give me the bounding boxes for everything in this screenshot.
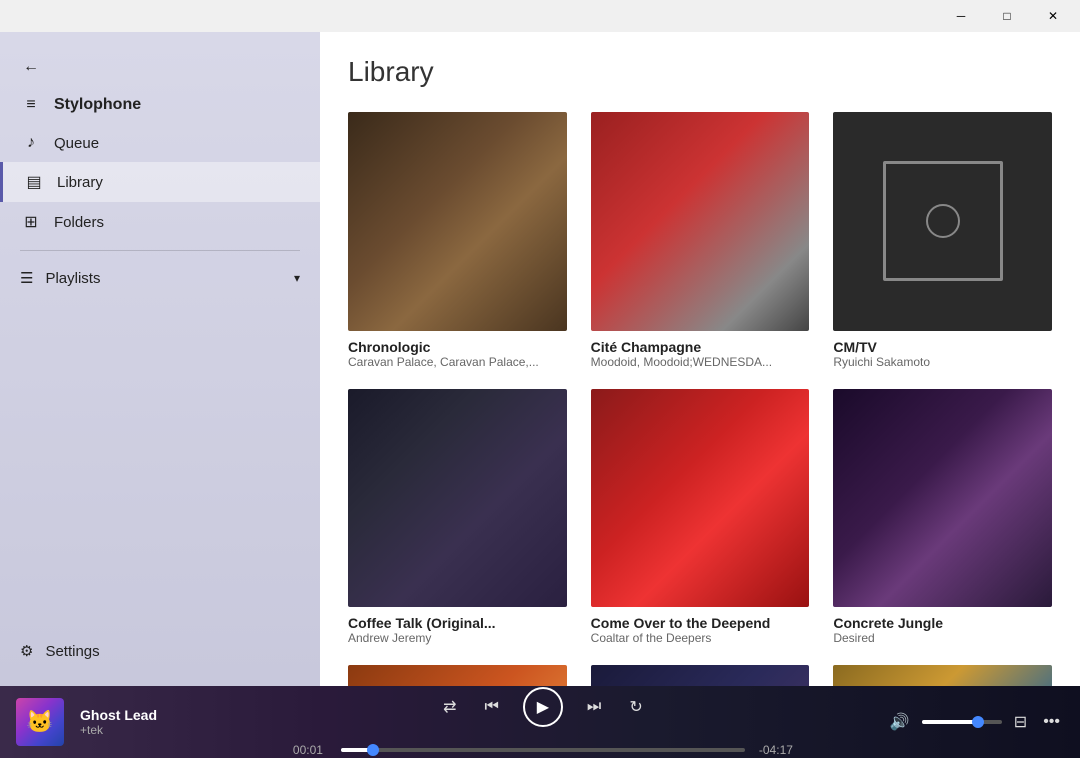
queue-label: Queue (54, 135, 99, 152)
now-playing-artist: +tek (80, 723, 200, 737)
album-card-coffee-talk[interactable]: Coffee Talk (Original... Andrew Jeremy (348, 389, 567, 646)
playlists-icon: ☰ (20, 269, 33, 287)
album-artist-4: Coaltar of the Deepers (591, 631, 810, 645)
album-name-3: Coffee Talk (Original... (348, 615, 567, 631)
now-playing-info: Ghost Lead +tek (80, 707, 200, 737)
library-icon: ▤ (23, 172, 45, 192)
folders-icon: ⊞ (20, 212, 42, 232)
back-icon: ← (20, 58, 42, 76)
album-art-come-over (591, 389, 810, 608)
sidebar-item-settings[interactable]: ⚙ Settings (0, 632, 320, 670)
album-card-cmtv[interactable]: CM/TV Ryuichi Sakamoto (833, 112, 1052, 369)
shuffle-button[interactable]: ⇄ (439, 693, 460, 721)
progress-bar-container: 00:01 -04:17 (293, 743, 793, 757)
titlebar: ─ □ ✕ (0, 0, 1080, 32)
settings-icon: ⚙ (20, 642, 33, 660)
back-button[interactable]: ← (0, 48, 320, 86)
album-art-bottom1 (348, 665, 567, 686)
album-art-coffee (348, 389, 567, 608)
time-current: 00:01 (293, 743, 333, 757)
album-name-2: CM/TV (833, 339, 1052, 355)
album-art-cite (591, 112, 810, 331)
cmtv-frame (883, 161, 1003, 281)
album-card-come-over[interactable]: Come Over to the Deepend Coaltar of the … (591, 389, 810, 646)
cmtv-dot (926, 204, 960, 238)
album-card-concrete-jungle[interactable]: Concrete Jungle Desired (833, 389, 1052, 646)
sidebar-app-name: ≡ Stylophone (0, 86, 320, 124)
album-name-1: Cité Champagne (591, 339, 810, 355)
album-art-concrete (833, 389, 1052, 608)
album-artist-1: Moodoid, Moodoid;WEDNESDA... (591, 355, 810, 369)
prev-button[interactable]: ⏮ (481, 694, 503, 720)
now-playing-title: Ghost Lead (80, 707, 200, 723)
now-playing-album-art: 🐱 (16, 698, 64, 746)
album-art-bottom3 (833, 665, 1052, 686)
app-container: ← ≡ Stylophone ♪ Queue ▤ Library ⊞ Folde… (0, 32, 1080, 686)
sidebar-spacer (0, 297, 320, 632)
next-button[interactable]: ⏭ (583, 694, 605, 720)
volume-bar[interactable] (922, 720, 1002, 724)
album-card-bottom2[interactable] (591, 665, 810, 686)
minimize-button[interactable]: ─ (938, 0, 984, 32)
album-art-chronologic (348, 112, 567, 331)
album-name-5: Concrete Jungle (833, 615, 1052, 631)
album-card-bottom3[interactable] (833, 665, 1052, 686)
album-grid: Chronologic Caravan Palace, Caravan Pala… (348, 112, 1052, 686)
sidebar: ← ≡ Stylophone ♪ Queue ▤ Library ⊞ Folde… (0, 32, 320, 686)
time-remaining: -04:17 (753, 743, 793, 757)
settings-label: Settings (45, 643, 99, 660)
album-art-cmtv (833, 112, 1052, 331)
progress-bar[interactable] (341, 748, 745, 752)
volume-button[interactable]: 🔊 (886, 708, 914, 736)
album-card-chronologic[interactable]: Chronologic Caravan Palace, Caravan Pala… (348, 112, 567, 369)
more-options-button[interactable]: ••• (1039, 709, 1064, 735)
volume-fill (922, 720, 978, 724)
chevron-down-icon: ▾ (294, 271, 300, 285)
album-artist-0: Caravan Palace, Caravan Palace,... (348, 355, 567, 369)
sidebar-item-queue[interactable]: ♪ Queue (0, 124, 320, 162)
album-card-cite-champagne[interactable]: Cité Champagne Moodoid, Moodoid;WEDNESDA… (591, 112, 810, 369)
sidebar-item-library[interactable]: ▤ Library (0, 162, 320, 202)
now-playing-right: 🔊 ⊟ ••• (886, 708, 1064, 736)
page-title: Library (348, 56, 1052, 88)
repeat-button[interactable]: ↻ (625, 693, 646, 721)
library-label: Library (57, 174, 103, 191)
app-name-label: Stylophone (54, 96, 141, 114)
album-artist-2: Ryuichi Sakamoto (833, 355, 1052, 369)
maximize-button[interactable]: □ (984, 0, 1030, 32)
close-button[interactable]: ✕ (1030, 0, 1076, 32)
album-name-0: Chronologic (348, 339, 567, 355)
album-artist-3: Andrew Jeremy (348, 631, 567, 645)
sidebar-item-folders[interactable]: ⊞ Folders (0, 202, 320, 242)
album-artist-5: Desired (833, 631, 1052, 645)
playback-buttons: ⇄ ⏮ ▶ ⏭ ↻ (439, 687, 647, 727)
album-art-bottom2 (591, 665, 810, 686)
folders-label: Folders (54, 214, 104, 231)
queue-icon: ♪ (20, 134, 42, 152)
progress-thumb (367, 744, 379, 756)
np-avatar-icon: 🐱 (26, 709, 53, 735)
volume-thumb (972, 716, 984, 728)
album-name-4: Come Over to the Deepend (591, 615, 810, 631)
playlists-label: Playlists (45, 270, 100, 287)
album-card-bottom1[interactable] (348, 665, 567, 686)
now-playing-bar: 🐱 Ghost Lead +tek ⇄ ⏮ ▶ ⏭ ↻ 00:01 -04:17… (0, 686, 1080, 758)
sidebar-item-playlists[interactable]: ☰ Playlists ▾ (0, 259, 320, 297)
sidebar-divider (20, 250, 300, 251)
play-pause-button[interactable]: ▶ (523, 687, 563, 727)
main-content: Library Chronologic Caravan Palace, Cara… (320, 32, 1080, 686)
now-playing-controls: ⇄ ⏮ ▶ ⏭ ↻ 00:01 -04:17 (216, 687, 870, 757)
miniplayer-button[interactable]: ⊟ (1010, 708, 1031, 736)
hamburger-icon: ≡ (20, 96, 42, 114)
